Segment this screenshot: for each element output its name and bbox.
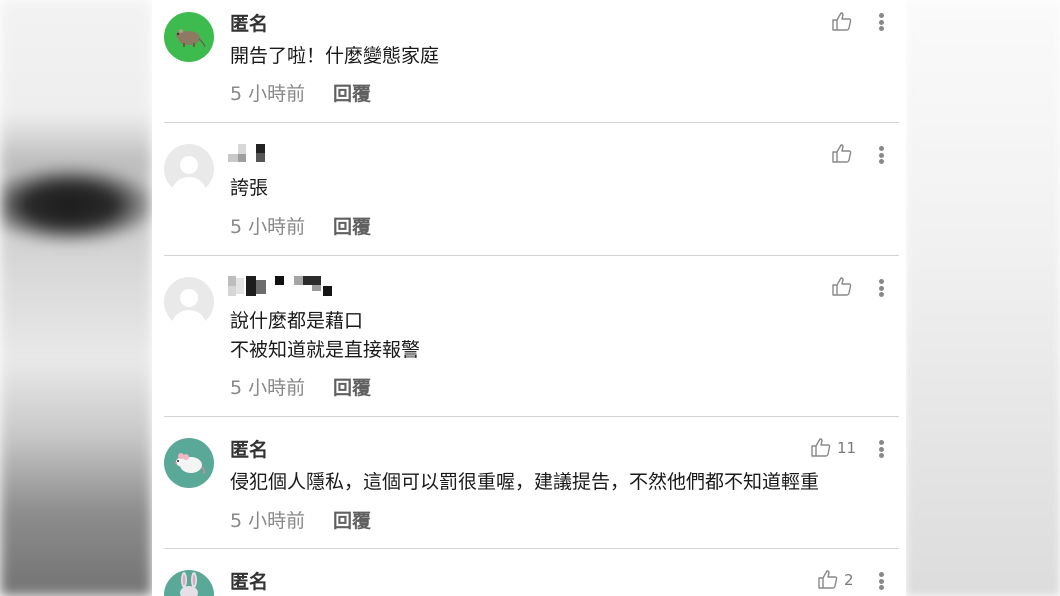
avatar[interactable]	[164, 277, 214, 327]
like-button[interactable]	[832, 277, 858, 296]
comment-item: 匿名 開告了啦！什麼變態家庭 5 小時前 回覆	[152, 0, 906, 123]
more-options-button[interactable]	[879, 146, 887, 166]
thumbs-up-icon	[832, 277, 852, 296]
avatar[interactable]	[164, 438, 214, 488]
comment-item: 匿名 11 侵犯個人隱私，這個可以罰很重喔，建議提告，不然他們都不知道輕重 5 …	[152, 417, 906, 549]
reply-button[interactable]: 回覆	[333, 373, 371, 400]
like-button[interactable]: 11	[811, 438, 856, 457]
comment-timestamp: 5 小時前	[230, 216, 306, 238]
comment-text: 侵犯個人隱私，這個可以罰很重喔，建議提告，不然他們都不知道輕重	[230, 471, 820, 493]
thumbs-up-icon	[832, 12, 852, 31]
comment-timestamp: 5 小時前	[230, 510, 306, 532]
avatar[interactable]	[164, 12, 214, 62]
more-options-button[interactable]	[879, 440, 887, 460]
reply-button[interactable]: 回覆	[333, 212, 371, 239]
like-count: 2	[844, 570, 854, 589]
rabbit-icon	[164, 570, 214, 596]
comment-author: 匿名	[230, 439, 269, 461]
comment-timestamp: 5 小時前	[230, 83, 306, 105]
comment-text: 誇張	[230, 177, 269, 199]
comment-text: 說什麼都是藉口 不被知道就是直接報警	[230, 310, 421, 361]
thumbs-up-icon	[832, 144, 852, 163]
comment-item: 匿名 2	[152, 549, 906, 596]
comment-item: 說什麼都是藉口 不被知道就是直接報警 5 小時前 回覆	[152, 256, 906, 417]
more-options-button[interactable]	[879, 279, 887, 299]
redacted-username	[228, 144, 268, 164]
comment-item: 誇張 5 小時前 回覆	[152, 123, 906, 256]
avatar[interactable]	[164, 570, 214, 596]
thumbs-up-icon	[818, 570, 838, 589]
comment-timestamp: 5 小時前	[230, 377, 306, 399]
like-button[interactable]: 2	[818, 570, 854, 589]
reply-button[interactable]: 回覆	[333, 79, 371, 106]
comment-author: 匿名	[230, 13, 269, 35]
comment-author: 匿名	[230, 571, 269, 593]
more-options-button[interactable]	[879, 13, 887, 33]
mouse-icon	[164, 438, 214, 488]
blurred-background-left	[0, 0, 152, 596]
comments-panel: 匿名 開告了啦！什麼變態家庭 5 小時前 回覆 誇張 5 小時前 回覆 說什麼都…	[152, 0, 906, 596]
reply-button[interactable]: 回覆	[333, 506, 371, 533]
thumbs-up-icon	[811, 438, 831, 457]
like-button[interactable]	[832, 12, 858, 31]
more-options-button[interactable]	[879, 572, 887, 592]
blurred-background-right	[906, 0, 1060, 596]
rat-icon	[164, 12, 214, 62]
comment-text: 開告了啦！什麼變態家庭	[230, 45, 440, 67]
like-button[interactable]	[832, 144, 858, 163]
avatar[interactable]	[164, 144, 214, 194]
like-count: 11	[837, 438, 857, 457]
redacted-username	[228, 276, 338, 296]
